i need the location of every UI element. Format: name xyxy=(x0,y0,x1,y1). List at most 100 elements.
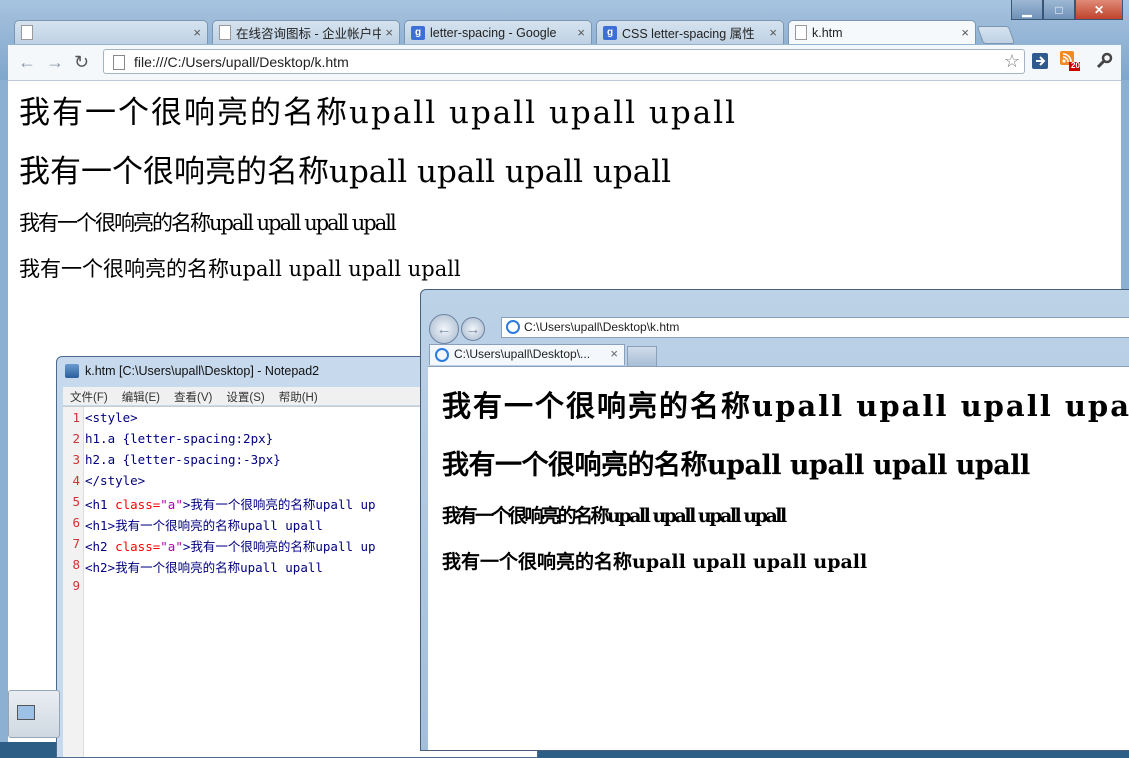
tab-blank[interactable]: × xyxy=(14,20,208,44)
ie-new-tab-button[interactable] xyxy=(627,346,657,367)
tab-label: CSS letter-spacing 属性 xyxy=(622,27,755,41)
menu-edit[interactable]: 编辑(E) xyxy=(122,389,160,405)
code-tag: <h1 xyxy=(85,497,116,512)
code-line: 5 <h1 class="a">我有一个很响亮的名称upall up xyxy=(63,494,376,515)
code-line: 7 <h2 class="a">我有一个很响亮的名称upall up xyxy=(63,536,376,557)
code-tag: <h2> xyxy=(85,560,116,575)
new-tab-button[interactable] xyxy=(976,26,1016,44)
bookmark-star-icon[interactable]: ☆ xyxy=(1004,51,1020,72)
tab-k-htm[interactable]: k.htm × xyxy=(788,20,976,44)
menu-help[interactable]: 帮助(H) xyxy=(279,389,318,405)
taskbar-item[interactable] xyxy=(8,690,60,738)
code-line: 8 <h2>我有一个很响亮的名称upall upall xyxy=(63,557,323,578)
line-number: 5 xyxy=(72,494,80,509)
tab-label: k.htm xyxy=(812,25,843,40)
notepad-app-icon xyxy=(65,364,79,378)
h1-spaced-heading: 我有一个很响亮的名称upall upall upall upall xyxy=(442,389,1129,423)
ie-tab-label: C:\Users\upall\Desktop\... xyxy=(454,347,591,361)
code-tag: <h2 xyxy=(85,539,116,554)
menu-view[interactable]: 查看(V) xyxy=(174,389,212,405)
code-tag: <h1> xyxy=(85,518,116,533)
h1-heading: 我有一个很响亮的名称upall upall upall upall xyxy=(442,450,1030,481)
h2-heading: 我有一个很响亮的名称upall upall upall upall xyxy=(19,257,461,281)
h1-heading: 我有一个很响亮的名称upall upall upall upall xyxy=(19,154,672,190)
tab-css-letter-spacing[interactable]: g CSS letter-spacing 属性 × xyxy=(596,20,784,44)
code-string: "a" xyxy=(160,497,183,512)
page-icon xyxy=(113,55,125,70)
minimize-button[interactable]: ▁ xyxy=(1011,0,1043,20)
window-controls: ▁ □ ✕ xyxy=(1011,0,1123,20)
rss-feed-icon[interactable]: 20 xyxy=(1060,51,1080,71)
code-line: 1 <style> xyxy=(63,410,138,431)
ie-address-text: C:\Users\upall\Desktop\k.htm xyxy=(524,320,680,334)
line-number: 8 xyxy=(72,557,80,572)
google-icon: g xyxy=(411,25,425,40)
tab-close-icon[interactable]: × xyxy=(961,25,969,40)
line-number: 7 xyxy=(72,536,80,551)
google-icon: g xyxy=(603,25,617,40)
ie-logo-icon xyxy=(435,348,449,362)
code-tag: h2.a {letter-spacing:-3px} xyxy=(85,452,281,467)
tab-letter-spacing-google[interactable]: g letter-spacing - Google × xyxy=(404,20,592,44)
tab-close-icon[interactable]: × xyxy=(193,25,201,40)
h2-condensed-heading: 我有一个很响亮的名称upall upall upall upall xyxy=(442,505,787,527)
code-attr: class= xyxy=(115,539,161,554)
code-line: 9 xyxy=(63,578,85,599)
reload-icon[interactable]: ↻ xyxy=(74,52,89,73)
forward-button-icon[interactable]: → xyxy=(461,317,485,341)
line-number: 2 xyxy=(72,431,80,446)
line-number: 1 xyxy=(72,410,80,425)
line-number: 9 xyxy=(72,578,80,593)
menu-settings[interactable]: 设置(S) xyxy=(226,389,264,405)
code-string: "a" xyxy=(160,539,183,554)
code-rest: 我有一个很响亮的名称upall upall xyxy=(115,518,323,533)
tab-close-icon[interactable]: × xyxy=(385,25,393,40)
wrench-icon[interactable] xyxy=(1094,51,1114,71)
h2-condensed-heading: 我有一个很响亮的名称upall upall upall upall xyxy=(19,211,397,235)
h2-heading: 我有一个很响亮的名称upall upall upall upall xyxy=(442,551,868,573)
notepad-title: k.htm [C:\Users\upall\Desktop] - Notepad… xyxy=(85,364,320,378)
menu-file[interactable]: 文件(F) xyxy=(70,389,108,405)
tab-label: letter-spacing - Google xyxy=(430,25,557,40)
tab-close-icon[interactable]: × xyxy=(610,346,618,361)
line-number: 4 xyxy=(72,473,80,488)
h1-spaced-heading: 我有一个很响亮的名称upall upall upall upall xyxy=(19,95,738,131)
ie-page-content: 我有一个很响亮的名称upall upall upall upall 我有一个很响… xyxy=(428,366,1129,750)
code-line: 3 h2.a {letter-spacing:-3px} xyxy=(63,452,281,473)
tab-online-consult[interactable]: 在线咨询图标 - 企业帐户中 × xyxy=(212,20,400,44)
code-rest: >我有一个很响亮的名称upall up xyxy=(182,497,376,512)
page-icon xyxy=(21,25,33,40)
back-arrow-icon[interactable]: ← xyxy=(18,52,36,73)
rss-badge-count: 20 xyxy=(1071,61,1080,70)
forward-arrow-icon[interactable]: → xyxy=(46,52,64,73)
code-attr: class= xyxy=(115,497,161,512)
back-button-icon[interactable]: ← xyxy=(429,314,459,344)
address-bar[interactable]: file:///C:/Users/upall/Desktop/k.htm ☆ xyxy=(103,49,1025,74)
ie-nav-buttons: ← → xyxy=(429,314,487,344)
extension-arrow-icon[interactable] xyxy=(1030,51,1050,71)
line-number: 3 xyxy=(72,452,80,467)
code-line: 2 h1.a {letter-spacing:2px} xyxy=(63,431,273,452)
tab-close-icon[interactable]: × xyxy=(577,25,585,40)
ie-tab-k-htm[interactable]: C:\Users\upall\Desktop\... × xyxy=(429,344,625,365)
ie-window: ← → C:\Users\upall\Desktop\k.htm C:\User… xyxy=(420,289,1129,751)
maximize-button[interactable]: □ xyxy=(1043,0,1075,20)
code-tag: <style> xyxy=(85,410,138,425)
page-icon xyxy=(795,25,807,40)
code-tag: </style> xyxy=(85,473,146,488)
tab-label: 在线咨询图标 - 企业帐户中 xyxy=(236,27,382,41)
code-line: 4 </style> xyxy=(63,473,145,494)
code-line: 6 <h1>我有一个很响亮的名称upall upall xyxy=(63,515,323,536)
ie-tab-row: C:\Users\upall\Desktop\... × xyxy=(429,344,657,367)
code-rest: >我有一个很响亮的名称upall up xyxy=(182,539,376,554)
url-text: file:///C:/Users/upall/Desktop/k.htm xyxy=(134,54,349,70)
close-button[interactable]: ✕ xyxy=(1075,0,1123,20)
page-icon xyxy=(219,25,231,40)
chrome-toolbar: ← → ↻ file:///C:/Users/upall/Desktop/k.h… xyxy=(8,45,1121,81)
code-rest: 我有一个很响亮的名称upall upall xyxy=(115,560,323,575)
tab-strip: × 在线咨询图标 - 企业帐户中 × g letter-spacing - Go… xyxy=(14,20,1016,44)
image-viewer-icon xyxy=(17,705,35,720)
ie-logo-icon xyxy=(506,320,520,334)
tab-close-icon[interactable]: × xyxy=(769,25,777,40)
ie-address-bar[interactable]: C:\Users\upall\Desktop\k.htm xyxy=(501,317,1129,338)
